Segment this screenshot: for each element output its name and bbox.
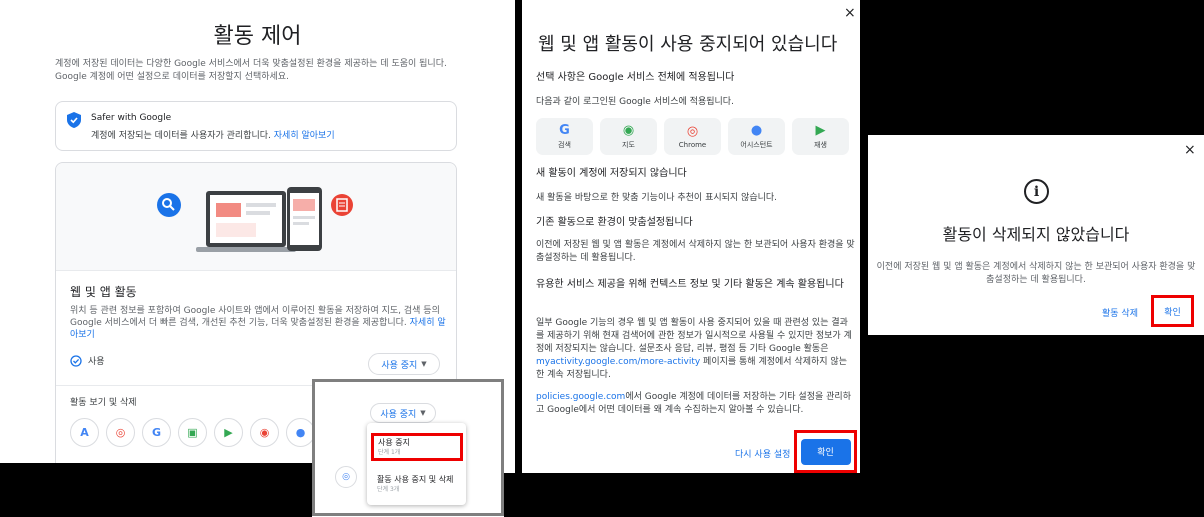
- service-search: G 검색: [536, 118, 593, 155]
- devices-illustration: [56, 163, 456, 271]
- background-strip: [868, 0, 1204, 135]
- turn-off-dropdown[interactable]: 사용 중지 ▼: [368, 353, 440, 375]
- more-activity-link[interactable]: myactivity.google.com/more-activity: [536, 357, 700, 367]
- safer-learn-more-link[interactable]: 자세히 알아보기: [274, 131, 335, 141]
- ok-highlight: 확인: [794, 430, 857, 473]
- existing-text: 이전에 저장된 웹 및 앱 활동은 계정에서 삭제하지 않는 한 보관되어 사용…: [536, 240, 855, 263]
- delete-activity-button[interactable]: 활동 삭제: [1102, 306, 1138, 319]
- caret-down-icon: ▼: [421, 360, 427, 368]
- service-assistant: ● 어시스턴트: [728, 118, 785, 155]
- background-strip: [515, 0, 522, 473]
- menu-item-turn-off[interactable]: 사용 중지 단계 1개: [371, 433, 463, 461]
- google-search-icon[interactable]: G: [142, 418, 171, 447]
- background-strip: [860, 0, 868, 473]
- turn-off-menu: 사용 중지 단계 1개 활동 사용 중지 및 삭제 단계 3개: [367, 423, 466, 505]
- service-play: ▶ 재생: [792, 118, 849, 155]
- assistant-icon[interactable]: ●: [286, 418, 315, 447]
- activity-paused-dialog: × 웹 및 앱 활동이 사용 중지되어 있습니다 선택 사항은 Google 서…: [522, 0, 860, 473]
- resume-button[interactable]: 다시 사용 설정: [735, 447, 790, 460]
- android-icon[interactable]: ▣: [178, 418, 207, 447]
- background-strip: [504, 473, 1204, 517]
- app-icons-row: A ◎ G ▣ ▶ ◉ ●: [70, 418, 315, 447]
- context-heading: 유용한 서비스 제공을 위해 컨텍스트 정보 및 기타 활동은 계속 활용됩니다: [536, 279, 844, 290]
- chrome-icon: ◎: [686, 123, 699, 139]
- play-icon[interactable]: ▶: [214, 418, 243, 447]
- shield-icon: [67, 112, 81, 128]
- applies-heading: 선택 사항은 Google 서비스 전체에 적용됩니다: [536, 72, 735, 83]
- new-activity-heading: 새 활동이 계정에 저장되지 않습니다: [536, 168, 687, 179]
- caret-down-icon: ▼: [420, 409, 426, 417]
- page-title: 활동 제어: [213, 24, 302, 49]
- policies-link[interactable]: policies.google.com: [536, 392, 625, 402]
- applies-text: 다음과 같이 로그인된 Google 서비스에 적용됩니다.: [536, 97, 734, 107]
- existing-heading: 기존 활동으로 환경이 맞춤설정됩니다: [536, 217, 693, 228]
- context-text: 일부 Google 기능의 경우 웹 및 앱 활동이 사용 중지되어 있을 때 …: [536, 318, 852, 380]
- status-row: 사용: [70, 354, 105, 367]
- close-icon[interactable]: ×: [1184, 142, 1196, 158]
- view-delete-label: 활동 보기 및 삭제: [70, 398, 137, 408]
- service-maps: ◉ 지도: [600, 118, 657, 155]
- menu-item-turn-off-and-delete[interactable]: 활동 사용 중지 및 삭제 단계 3개: [377, 475, 463, 494]
- safer-card: Safer with Google 계정에 저장되는 데이터를 사용자가 관리합…: [55, 101, 457, 151]
- lens-icon: ◎: [335, 466, 357, 488]
- ads-icon[interactable]: A: [70, 418, 99, 447]
- info-icon: i: [1024, 179, 1049, 204]
- new-activity-text: 새 활동을 바탕으로 한 맞춤 기능이나 추천이 표시되지 않습니다.: [536, 193, 778, 203]
- chrome-icon[interactable]: ◎: [106, 418, 135, 447]
- policies-text: policies.google.com에서 Google 계정에 데이터를 저장…: [536, 392, 851, 415]
- ok-button[interactable]: 확인: [800, 438, 851, 465]
- dialog-title: 웹 및 앱 활동이 사용 중지되어 있습니다: [538, 34, 838, 55]
- play-icon: ▶: [815, 122, 826, 138]
- service-chrome: ◎ Chrome: [664, 118, 721, 155]
- google-search-icon: G: [559, 122, 570, 138]
- assistant-icon: ●: [750, 122, 763, 138]
- safer-desc: 계정에 저장되는 데이터를 사용자가 관리합니다. 자세히 알아보기: [91, 131, 335, 141]
- safer-title: Safer with Google: [91, 113, 172, 123]
- turn-off-dropdown-zoom[interactable]: 사용 중지 ▼: [370, 403, 436, 423]
- web-activity-desc: 위치 등 관련 정보를 포함하여 Google 사이트와 앱에서 이루어진 활동…: [70, 306, 446, 340]
- background-strip: [0, 463, 312, 517]
- check-circle-icon: [70, 354, 82, 367]
- service-tiles: G 검색 ◉ 지도 ◎ Chrome ● 어시스턴트 ▶ 재생: [536, 118, 849, 155]
- dialog-title: 활동이 삭제되지 않았습니다: [942, 225, 1130, 244]
- maps-icon: ◉: [622, 122, 635, 138]
- devices-illustration-icon: [157, 187, 353, 252]
- intro-text: 계정에 저장된 데이터는 다양한 Google 서비스에서 더욱 맞춤설정된 환…: [55, 59, 447, 82]
- maps-icon[interactable]: ◉: [250, 418, 279, 447]
- activity-not-deleted-dialog: × i 활동이 삭제되지 않았습니다 이전에 저장된 웹 및 앱 활동은 계정에…: [868, 135, 1204, 335]
- status-label: 사용: [88, 357, 105, 367]
- ok-button[interactable]: 확인: [1151, 295, 1194, 327]
- web-activity-title: 웹 및 앱 활동: [70, 285, 137, 299]
- background-strip: [868, 335, 1204, 473]
- dialog-desc: 이전에 저장된 웹 및 앱 활동은 계정에서 삭제하지 않는 한 보관되어 사용…: [876, 262, 1196, 285]
- turn-off-menu-zoom: 사용 중지 ▼ ◎ 사용 중지 단계 1개 활동 사용 중지 및 삭제 단계 3…: [312, 379, 504, 516]
- close-icon[interactable]: ×: [844, 5, 856, 21]
